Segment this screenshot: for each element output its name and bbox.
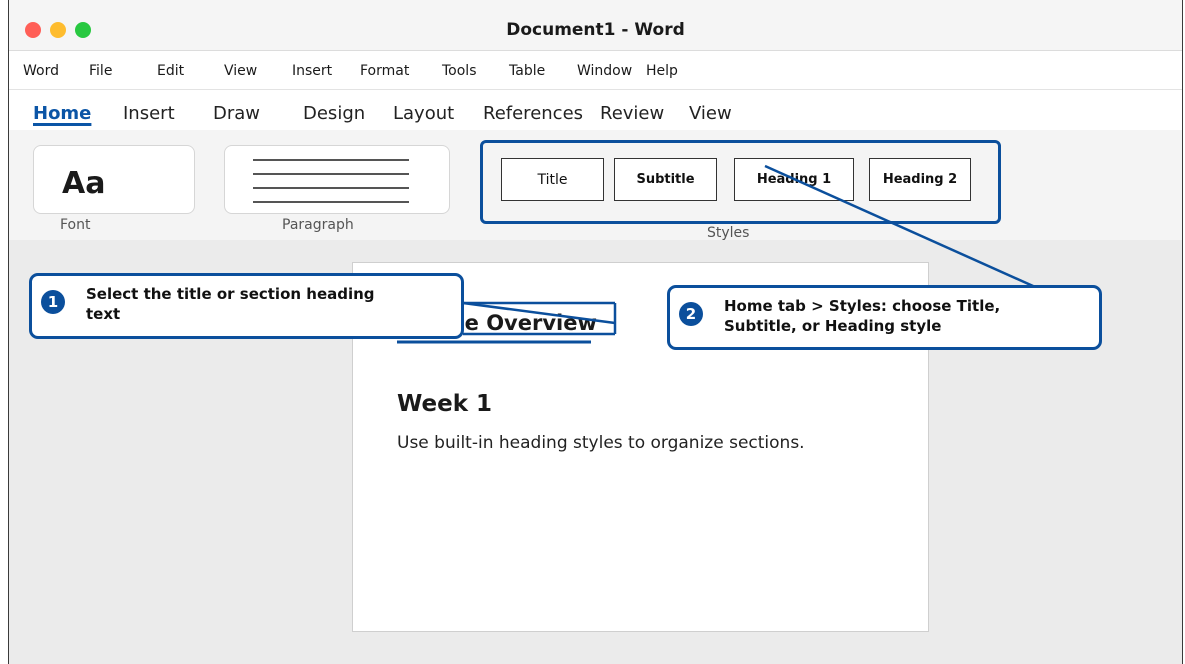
callout-2: 2 Home tab > Styles: choose Title, Subti… [667,285,1102,350]
callout-2-number: 2 [679,302,703,326]
callout-1-number: 1 [41,290,65,314]
callout-1-pointer [462,301,616,325]
callout-1: 1 Select the title or section heading te… [29,273,464,339]
callout-2-text: Home tab > Styles: choose Title, Subtitl… [724,297,1001,335]
callout-1-text: Select the title or section heading text [86,285,375,323]
word-window: Document1 - Word Word File Edit View Ins… [8,0,1183,664]
